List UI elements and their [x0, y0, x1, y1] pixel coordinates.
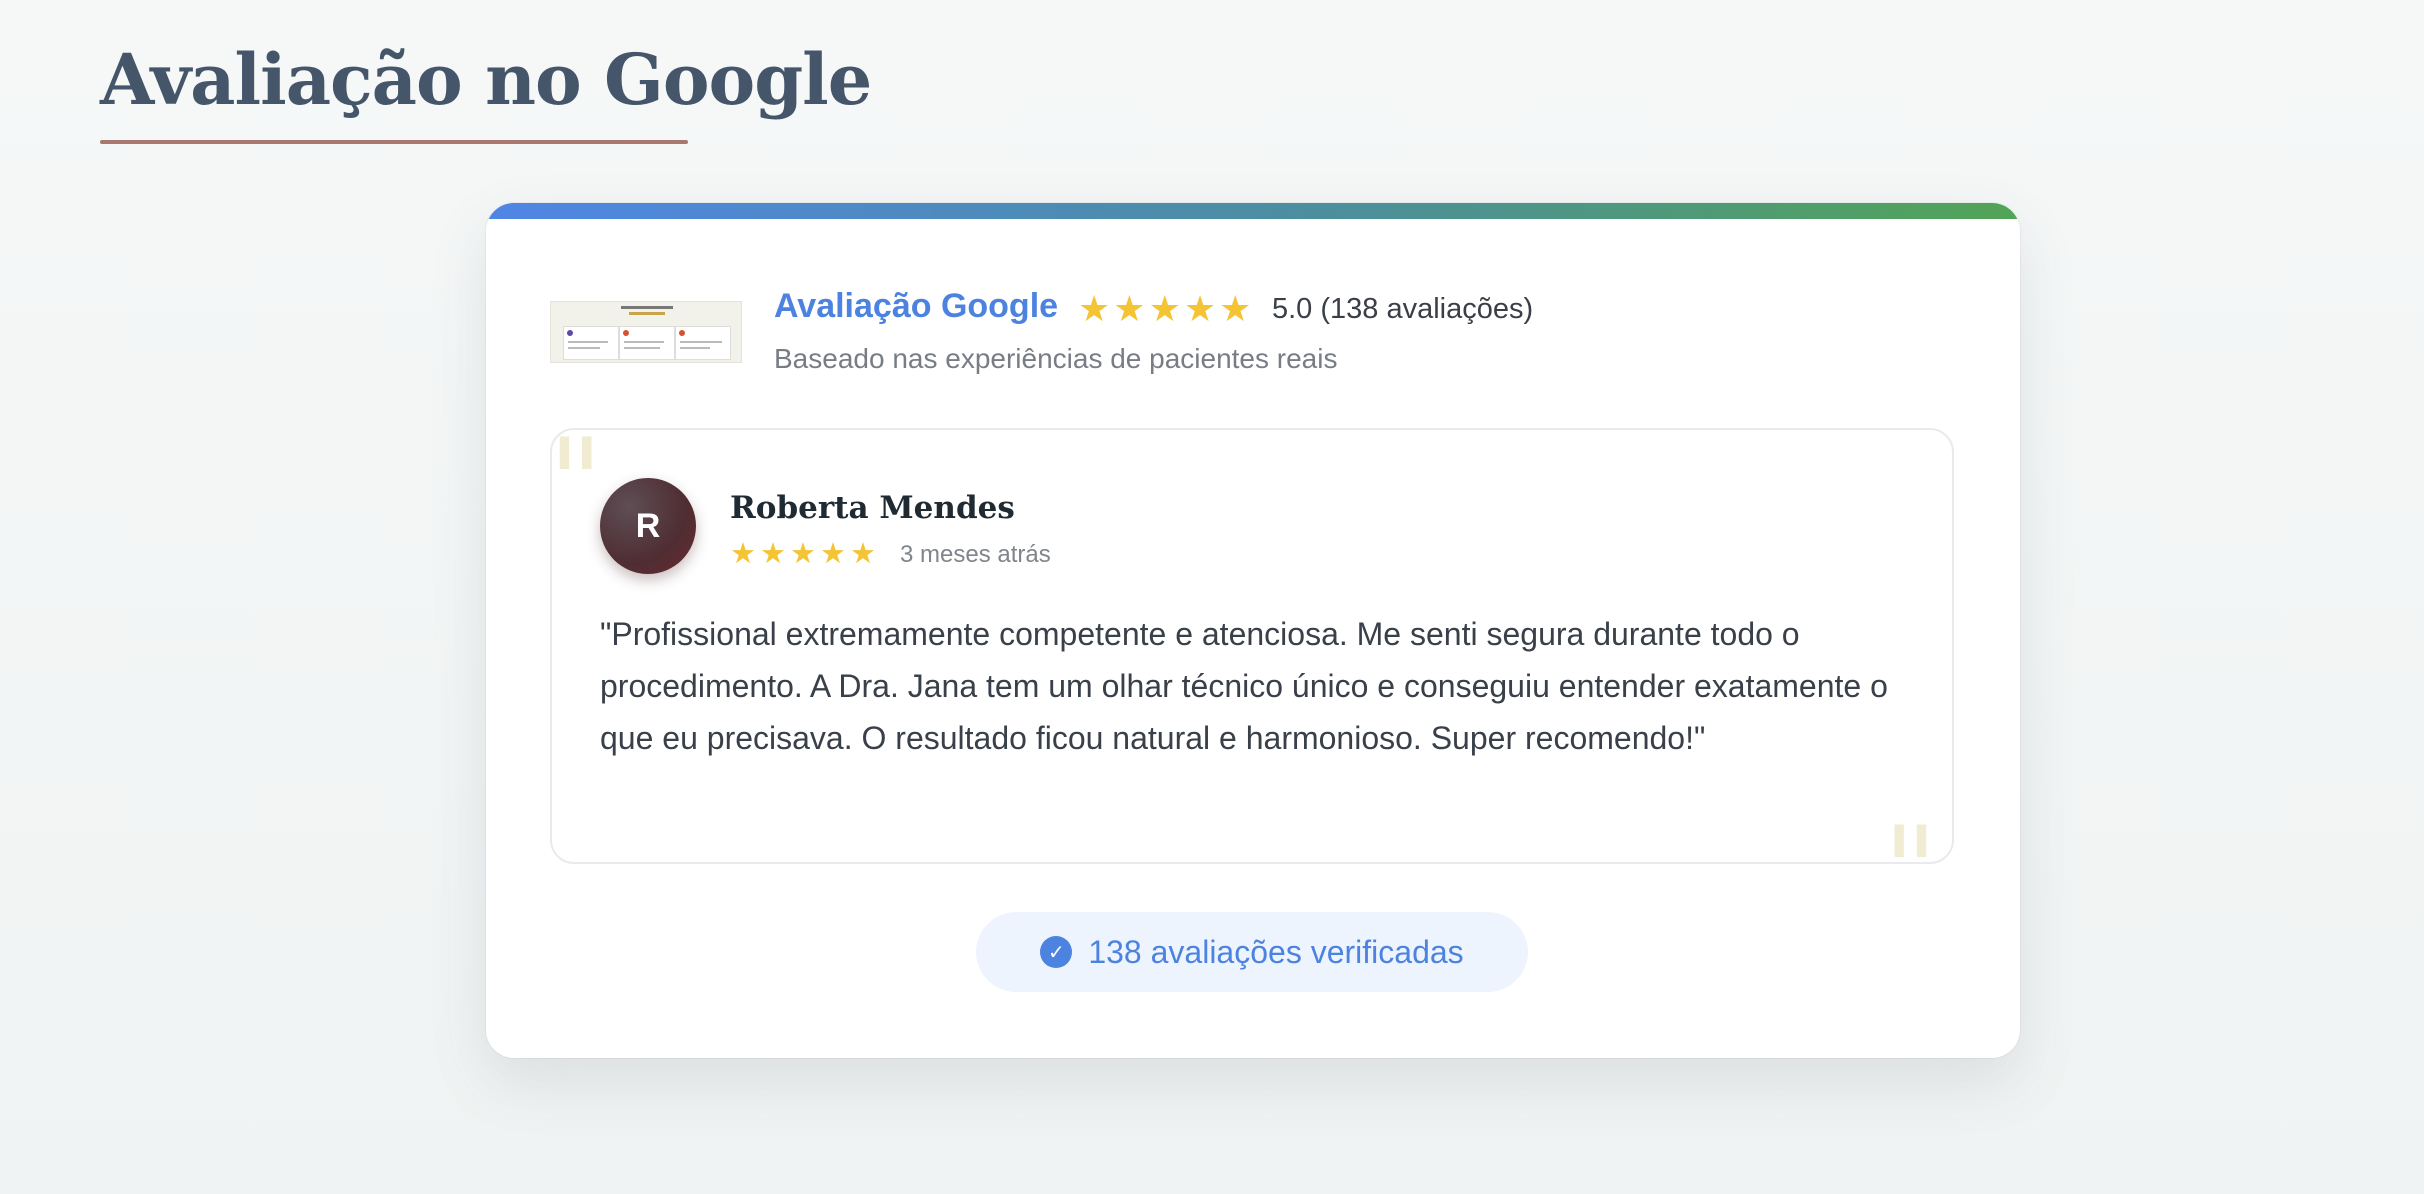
google-review-title: Avaliação Google	[774, 287, 1059, 325]
star-icon: ★	[1078, 288, 1111, 329]
review-rating-stars: ★ ★ ★ ★ ★	[730, 536, 876, 571]
review-thumbnail-image	[550, 301, 742, 363]
star-icon: ★	[850, 538, 876, 570]
star-icon: ★	[1148, 288, 1181, 329]
star-icon: ★	[1183, 288, 1217, 329]
star-icon: ★	[760, 538, 786, 570]
avatar: R	[600, 478, 696, 574]
star-icon: ★	[790, 538, 816, 570]
review-time: 3 meses atrás	[900, 541, 1051, 568]
verified-reviews-text: 138 avaliações verificadas	[1088, 933, 1464, 970]
header-rating-stars: ★ ★ ★ ★ ★	[1078, 288, 1251, 330]
star-icon: ★	[730, 538, 756, 570]
review-item: " " R Roberta Mendes ★ ★ ★ ★ ★ 3 meses a…	[550, 428, 1954, 864]
title-underline	[100, 140, 688, 144]
star-icon: ★	[820, 538, 846, 570]
card-gradient-bar	[486, 203, 2020, 219]
quote-icon: "	[1883, 812, 1938, 863]
card-subtitle: Baseado nas experiências de pacientes re…	[774, 343, 1338, 374]
page-title: Avaliação no Google	[100, 38, 872, 121]
check-circle-icon: ✓	[1040, 936, 1073, 968]
reviewer-name: Roberta Mendes	[730, 490, 1015, 526]
rating-summary: 5.0 (138 avaliações)	[1272, 293, 1534, 325]
star-icon: ★	[1219, 288, 1252, 329]
review-card: Avaliação Google ★ ★ ★ ★ ★ 5.0 (138 aval…	[486, 203, 2020, 1058]
review-text: "Profissional extremamente competente e …	[600, 616, 1888, 756]
verified-reviews-badge[interactable]: ✓ 138 avaliações verificadas	[976, 912, 1528, 992]
star-icon: ★	[1113, 288, 1146, 329]
quote-icon: "	[550, 428, 604, 553]
